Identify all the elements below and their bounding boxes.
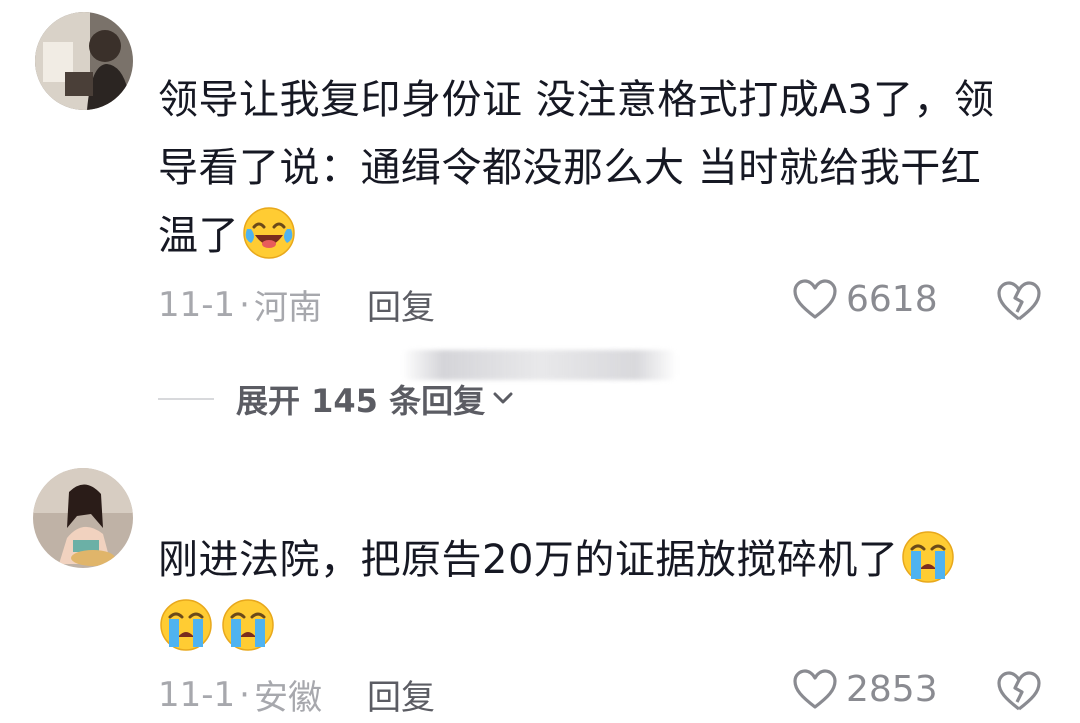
loudly-crying-emoji-icon bbox=[158, 597, 214, 653]
comment-date: 11-1 bbox=[158, 674, 236, 715]
divider-line bbox=[158, 398, 214, 400]
comment-location: 河南 bbox=[253, 288, 322, 328]
dislike-button[interactable] bbox=[996, 280, 1042, 322]
dislike-button[interactable] bbox=[996, 670, 1042, 712]
broken-heart-icon bbox=[996, 280, 1042, 322]
comment-meta: 11-1 · 安徽 bbox=[158, 670, 322, 719]
expand-label: 展开 145 条回复 bbox=[236, 382, 486, 420]
like-count: 6618 bbox=[846, 278, 938, 320]
reply-button[interactable]: 回复 bbox=[367, 280, 435, 329]
broken-heart-icon bbox=[996, 670, 1042, 712]
comment-line: 导看了说：通缉令都没那么大 当时就给我干红 bbox=[158, 145, 982, 191]
separator: · bbox=[239, 284, 250, 325]
loudly-crying-emoji-icon bbox=[220, 597, 276, 653]
laugh-cry-emoji-icon bbox=[241, 205, 297, 261]
comment-text: 领导让我复印身份证 没注意格式打成A3了，领 导看了说：通缉令都没那么大 当时就… bbox=[158, 66, 1038, 270]
comment-line-text: 温了 bbox=[158, 213, 239, 259]
comment-location: 安徽 bbox=[253, 678, 322, 718]
comment-line-text: 刚进法院，把原告20万的证据放搅碎机了 bbox=[158, 537, 899, 583]
comment-line: 领导让我复印身份证 没注意格式打成A3了，领 bbox=[158, 77, 995, 123]
comment-meta: 11-1 · 河南 bbox=[158, 280, 322, 329]
reply-button[interactable]: 回复 bbox=[367, 670, 435, 719]
loudly-crying-emoji-icon bbox=[900, 529, 956, 585]
like-count: 2853 bbox=[846, 668, 938, 710]
comment-line: 温了 bbox=[158, 202, 1038, 270]
comment-date: 11-1 bbox=[158, 284, 236, 325]
chevron-down-icon bbox=[491, 380, 515, 418]
avatar[interactable] bbox=[33, 468, 133, 568]
avatar[interactable] bbox=[35, 12, 133, 110]
separator: · bbox=[239, 674, 250, 715]
comment-text: 刚进法院，把原告20万的证据放搅碎机了 bbox=[158, 526, 1038, 662]
comment-line bbox=[158, 594, 1038, 662]
expand-replies-button[interactable]: 展开 145 条回复 bbox=[158, 376, 515, 422]
comment-line: 刚进法院，把原告20万的证据放搅碎机了 bbox=[158, 526, 1038, 594]
heart-icon bbox=[792, 278, 838, 320]
like-button[interactable]: 2853 bbox=[792, 668, 938, 710]
like-button[interactable]: 6618 bbox=[792, 278, 938, 320]
heart-icon bbox=[792, 668, 838, 710]
